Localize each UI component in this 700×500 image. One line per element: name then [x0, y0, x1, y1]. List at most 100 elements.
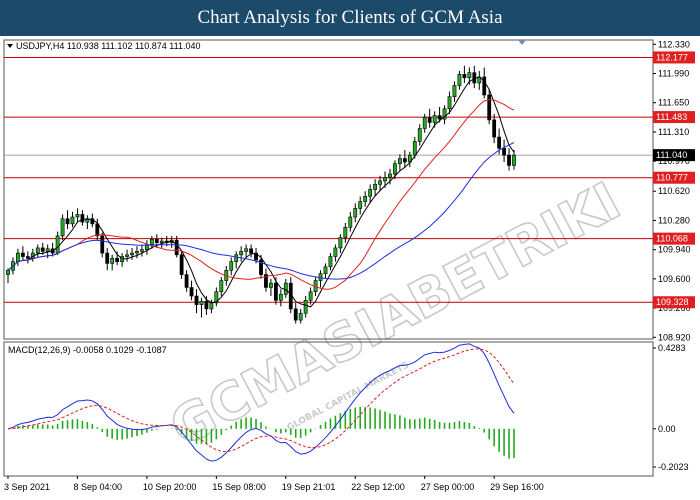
candle-body [323, 266, 328, 275]
price-tick-label: 109.940 [658, 245, 691, 255]
candle-body [229, 261, 234, 271]
candle-body [219, 280, 224, 293]
level-price-label: 110.777 [656, 173, 688, 183]
candle-body [70, 216, 75, 225]
candle-body [60, 218, 65, 237]
time-tick-label: 19 Sep 21:01 [282, 482, 336, 492]
candle-body [368, 189, 373, 197]
candle-body [273, 282, 278, 301]
candle-body [6, 269, 10, 275]
candle-body [378, 180, 382, 185]
candle-body [100, 235, 105, 254]
symbol-info: USDJPY,H4 110.938 111.102 110.874 111.04… [16, 41, 200, 51]
candle-body [497, 136, 502, 149]
level-price-label: 112.177 [656, 52, 688, 62]
candle-body [105, 252, 110, 264]
candle-body [125, 254, 129, 257]
candle-body [298, 312, 303, 321]
time-tick-label: 22 Sep 12:00 [351, 482, 405, 492]
candle-body [199, 300, 204, 305]
candle-body [457, 74, 462, 86]
candle-body [40, 247, 45, 252]
macd-tick-label: 0.00 [658, 424, 676, 434]
candle-body [393, 163, 397, 175]
candle-body [373, 184, 377, 190]
candle-body [512, 154, 516, 166]
candle-body [249, 248, 253, 254]
candle-body [130, 252, 134, 256]
candle-body [437, 115, 442, 120]
candle-body [95, 223, 100, 237]
candle-body [422, 117, 427, 129]
candle-body [154, 239, 159, 244]
level-price-label: 109.328 [656, 297, 689, 307]
candle-body [452, 85, 457, 98]
candle-body [333, 247, 338, 257]
candle-body [269, 282, 273, 288]
candle-body [115, 257, 120, 262]
candle-body [308, 291, 313, 301]
candle-body [348, 216, 353, 228]
candle-body [140, 249, 144, 252]
candle-body [388, 173, 392, 178]
price-tick-label: 110.280 [658, 215, 690, 225]
macd-tick-label: 0.4283 [658, 343, 686, 353]
candle-body [358, 201, 363, 209]
time-tick-label: 3 Sep 2021 [4, 482, 50, 492]
candle-body [462, 74, 467, 79]
time-tick-label: 29 Sep 16:00 [490, 482, 544, 492]
candle-body [25, 256, 30, 259]
price-tick-label: 111.310 [658, 127, 689, 137]
time-tick-label: 8 Sep 04:00 [73, 482, 122, 492]
candle-body [75, 214, 80, 218]
price-tick-label: 108.920 [658, 332, 691, 342]
price-tick-label: 109.600 [658, 274, 691, 284]
candle-body [412, 141, 417, 156]
candle-body [303, 300, 308, 314]
level-price-label: 111.483 [656, 112, 687, 122]
candle-body [293, 308, 298, 321]
candle-body [65, 218, 70, 225]
candle-body [135, 251, 139, 254]
candle-body [179, 254, 184, 275]
candle-body [343, 227, 348, 238]
candle-body [417, 128, 422, 142]
current-price-label: 111.040 [656, 150, 687, 160]
candle-body [363, 196, 368, 202]
candle-body [45, 248, 50, 252]
time-tick-label: 10 Sep 20:00 [143, 482, 197, 492]
candle-body [432, 115, 437, 123]
candle-body [184, 274, 189, 288]
candle-body [159, 240, 164, 244]
candle-body [55, 235, 60, 254]
price-tick-label: 111.650 [658, 98, 689, 108]
level-price-label: 110.068 [656, 234, 688, 244]
candle-body [398, 158, 402, 165]
candle-body [244, 248, 249, 252]
candle-body [278, 294, 283, 301]
candle-body [20, 252, 25, 257]
candle-body [16, 252, 20, 262]
candle-body [209, 302, 214, 310]
candle-body [383, 177, 387, 182]
candle-body [35, 247, 40, 254]
candle-body [194, 295, 199, 305]
time-tick-label: 27 Sep 00:00 [421, 482, 475, 492]
candle-body [447, 96, 452, 110]
candle-body [487, 94, 492, 121]
candle-body [149, 239, 154, 245]
price-tick-label: 110.620 [658, 186, 690, 196]
chart-background [0, 36, 700, 500]
candle-body [189, 287, 194, 297]
chart-screenshot: Chart Analysis for Clients of GCM Asia G… [0, 0, 700, 500]
candle-body [502, 147, 506, 156]
candle-body [338, 237, 343, 249]
candle-body [239, 251, 244, 256]
candle-body [492, 119, 497, 138]
trading-chart[interactable]: GCMASIABETRIKIGLOBAL CAPITAL MARKETS 112… [0, 36, 700, 500]
candle-body [402, 158, 407, 163]
candle-body [80, 214, 85, 223]
candle-body [174, 239, 179, 256]
macd-tick-label: -0.2023 [658, 462, 689, 472]
candle-body [204, 300, 209, 310]
